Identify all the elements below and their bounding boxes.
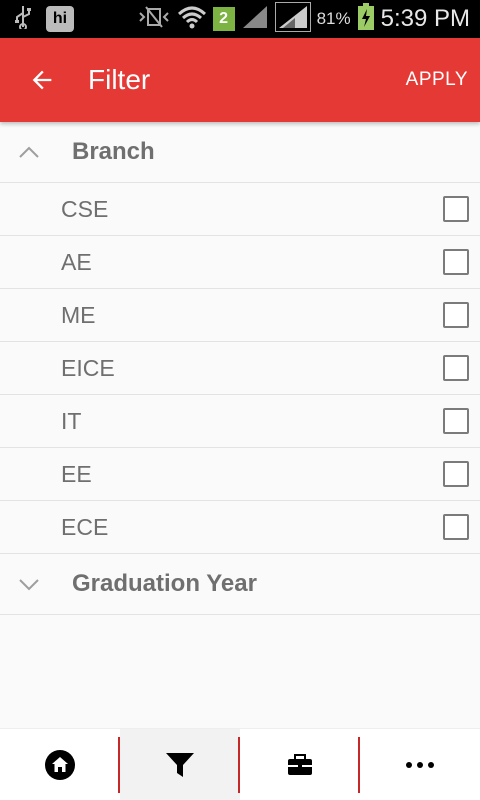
wifi-icon xyxy=(177,4,207,34)
bottom-navigation xyxy=(0,728,480,800)
briefcase-icon xyxy=(288,753,312,775)
hike-notification-icon: hi xyxy=(46,6,74,32)
nav-filter[interactable] xyxy=(120,729,240,800)
group-header-graduation-year[interactable]: Graduation Year xyxy=(0,554,480,615)
signal-icon-2 xyxy=(274,2,311,36)
item-label: EE xyxy=(61,460,92,487)
chevron-down-icon xyxy=(19,579,39,591)
battery-percent: 81% xyxy=(316,9,351,28)
item-label: ECE xyxy=(61,513,109,540)
list-item-cse[interactable]: CSE xyxy=(0,183,480,236)
filter-icon xyxy=(166,752,194,777)
status-bar: hi 2 81% 5:39 PM xyxy=(0,0,480,38)
home-icon xyxy=(45,749,75,780)
nav-more[interactable] xyxy=(360,729,480,800)
chevron-up-icon xyxy=(19,146,39,158)
list-item-me[interactable]: ME xyxy=(0,289,480,342)
nav-home[interactable] xyxy=(0,729,120,800)
list-item-ee[interactable]: EE xyxy=(0,448,480,501)
apply-button[interactable]: APPLY xyxy=(406,69,468,91)
signal-icon xyxy=(241,4,269,34)
checkbox-eice[interactable] xyxy=(443,355,469,381)
vibrate-icon xyxy=(137,5,171,33)
item-label: AE xyxy=(61,248,92,275)
group-label: Branch xyxy=(72,138,155,165)
usb-icon xyxy=(14,5,32,33)
checkbox-ae[interactable] xyxy=(443,249,469,275)
list-item-eice[interactable]: EICE xyxy=(0,342,480,395)
clock: 5:39 PM xyxy=(380,5,470,32)
sim-badge: 2 xyxy=(212,7,235,31)
more-icon xyxy=(406,761,434,768)
checkbox-ece[interactable] xyxy=(443,514,469,540)
back-button[interactable] xyxy=(14,52,70,108)
checkbox-cse[interactable] xyxy=(443,196,469,222)
app-bar: Filter APPLY xyxy=(0,38,480,122)
checkbox-it[interactable] xyxy=(443,408,469,434)
list-item-ae[interactable]: AE xyxy=(0,236,480,289)
item-label: IT xyxy=(61,407,82,434)
nav-jobs[interactable] xyxy=(240,729,360,800)
list-item-ece[interactable]: ECE xyxy=(0,501,480,554)
checkbox-ee[interactable] xyxy=(443,461,469,487)
group-header-branch[interactable]: Branch xyxy=(0,122,480,183)
filter-list: Branch CSE AE ME EICE IT EE ECE Graduati… xyxy=(0,122,480,615)
item-label: CSE xyxy=(61,195,109,222)
battery-charging-icon xyxy=(357,3,375,35)
checkbox-me[interactable] xyxy=(443,302,469,328)
group-label: Graduation Year xyxy=(72,570,257,597)
arrow-back-icon xyxy=(32,70,52,90)
page-title: Filter xyxy=(88,64,151,95)
list-item-it[interactable]: IT xyxy=(0,395,480,448)
item-label: ME xyxy=(61,301,96,328)
item-label: EICE xyxy=(61,354,115,381)
